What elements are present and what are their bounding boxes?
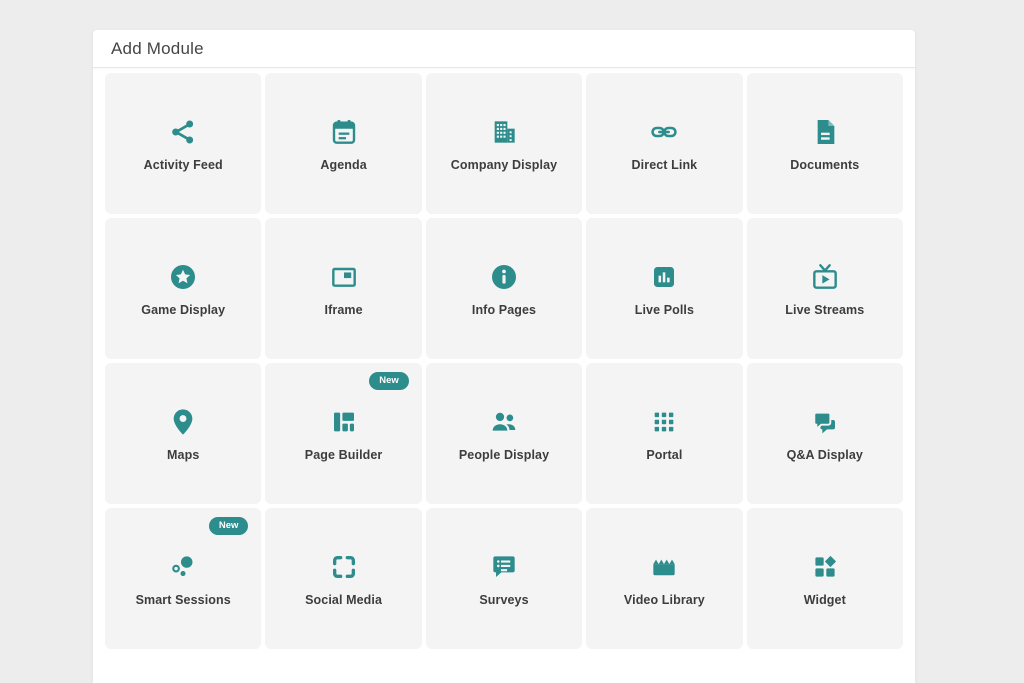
tv-play-icon <box>809 260 841 294</box>
layout-icon <box>328 405 360 439</box>
module-tile-game-display[interactable]: Game Display <box>105 218 261 359</box>
widget-icon <box>809 550 841 584</box>
people-icon <box>488 405 520 439</box>
module-label: Social Media <box>305 593 382 607</box>
module-tile-live-polls[interactable]: Live Polls <box>586 218 742 359</box>
module-label: Live Streams <box>785 303 864 317</box>
module-tile-direct-link[interactable]: Direct Link <box>586 73 742 214</box>
module-tile-activity-feed[interactable]: Activity Feed <box>105 73 261 214</box>
module-tile-live-streams[interactable]: Live Streams <box>747 218 903 359</box>
module-label: Page Builder <box>305 448 383 462</box>
module-tile-smart-sessions[interactable]: New Smart Sessions <box>105 508 261 649</box>
module-tile-documents[interactable]: Documents <box>747 73 903 214</box>
calendar-icon <box>328 115 360 149</box>
share-nodes-icon <box>167 115 199 149</box>
module-tile-portal[interactable]: Portal <box>586 363 742 504</box>
module-grid: Activity Feed Agenda Company Display Dir… <box>93 68 915 649</box>
module-label: Agenda <box>320 158 366 172</box>
page-title: Add Module <box>111 39 204 59</box>
frame-corners-icon <box>328 550 360 584</box>
clapperboard-icon <box>648 550 680 584</box>
module-label: Documents <box>790 158 859 172</box>
module-label: Info Pages <box>472 303 536 317</box>
star-circle-icon <box>167 260 199 294</box>
bubbles-cluster-icon <box>167 550 199 584</box>
module-tile-video-library[interactable]: Video Library <box>586 508 742 649</box>
module-tile-widget[interactable]: Widget <box>747 508 903 649</box>
module-label: Iframe <box>325 303 363 317</box>
module-tile-social-media[interactable]: Social Media <box>265 508 421 649</box>
module-label: Company Display <box>451 158 557 172</box>
module-label: Live Polls <box>635 303 694 317</box>
module-tile-company-display[interactable]: Company Display <box>426 73 582 214</box>
module-label: Game Display <box>141 303 225 317</box>
survey-bubble-icon <box>488 550 520 584</box>
module-label: Maps <box>167 448 199 462</box>
module-tile-page-builder[interactable]: New Page Builder <box>265 363 421 504</box>
module-tile-maps[interactable]: Maps <box>105 363 261 504</box>
chat-bubbles-icon <box>809 405 841 439</box>
map-pin-icon <box>167 405 199 439</box>
module-tile-info-pages[interactable]: Info Pages <box>426 218 582 359</box>
module-label: Smart Sessions <box>136 593 231 607</box>
module-label: Portal <box>646 448 682 462</box>
module-label: Surveys <box>479 593 528 607</box>
module-label: Activity Feed <box>144 158 223 172</box>
info-circle-icon <box>488 260 520 294</box>
grid-dots-icon <box>648 405 680 439</box>
add-module-panel: Add Module Activity Feed Agenda Company … <box>93 30 915 683</box>
new-badge: New <box>369 372 409 390</box>
new-badge: New <box>209 517 249 535</box>
module-tile-iframe[interactable]: Iframe <box>265 218 421 359</box>
module-label: People Display <box>459 448 549 462</box>
module-label: Direct Link <box>632 158 698 172</box>
document-icon <box>809 115 841 149</box>
bar-chart-icon <box>648 260 680 294</box>
module-tile-agenda[interactable]: Agenda <box>265 73 421 214</box>
module-tile-surveys[interactable]: Surveys <box>426 508 582 649</box>
module-label: Widget <box>804 593 846 607</box>
module-label: Q&A Display <box>787 448 863 462</box>
buildings-icon <box>488 115 520 149</box>
module-tile-q-a-display[interactable]: Q&A Display <box>747 363 903 504</box>
module-label: Video Library <box>624 593 705 607</box>
link-icon <box>648 115 680 149</box>
module-tile-people-display[interactable]: People Display <box>426 363 582 504</box>
iframe-icon <box>328 260 360 294</box>
panel-header: Add Module <box>93 30 915 68</box>
